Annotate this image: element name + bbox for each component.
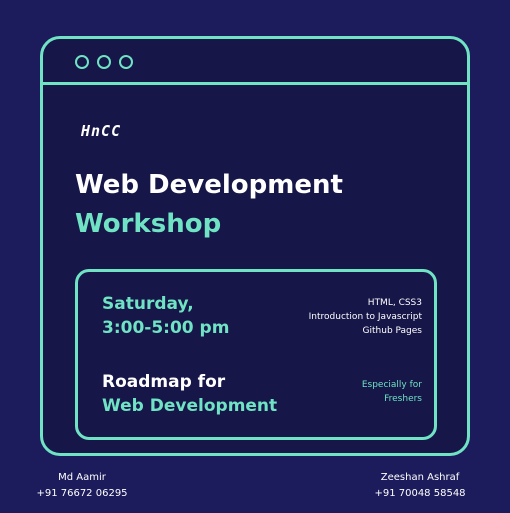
workshop-title-line2: Workshop bbox=[75, 209, 222, 239]
schedule: Saturday, 3:00-5:00 pm bbox=[102, 292, 229, 340]
window-titlebar bbox=[43, 39, 467, 85]
club-logo: HnCC bbox=[81, 122, 122, 140]
window-dot-icon bbox=[75, 55, 89, 69]
workshop-title-line1: Web Development bbox=[75, 170, 343, 200]
contact-right: Zeeshan Ashraf +91 70048 58548 bbox=[374, 470, 466, 502]
roadmap-heading: Roadmap for Web Development bbox=[102, 370, 277, 418]
topic-item: Introduction to Javascript bbox=[308, 312, 422, 322]
window-dot-icon bbox=[119, 55, 133, 69]
schedule-day: Saturday, bbox=[102, 294, 194, 314]
audience-note: Especially for Freshers bbox=[362, 378, 422, 406]
roadmap-line2: Web Development bbox=[102, 396, 278, 416]
window-dot-icon bbox=[97, 55, 111, 69]
contact-phone: +91 70048 58548 bbox=[374, 488, 466, 499]
schedule-time: 3:00-5:00 pm bbox=[102, 318, 230, 338]
audience-line2: Freshers bbox=[384, 394, 422, 404]
contact-left: Md Aamir +91 76672 06295 bbox=[36, 470, 128, 502]
event-details-card: Saturday, 3:00-5:00 pm HTML, CSS3 Introd… bbox=[75, 269, 437, 440]
topic-item: Github Pages bbox=[362, 326, 422, 336]
contact-name: Md Aamir bbox=[58, 472, 106, 483]
audience-line1: Especially for bbox=[361, 380, 422, 390]
contact-name: Zeeshan Ashraf bbox=[380, 472, 460, 483]
contact-phone: +91 76672 06295 bbox=[36, 488, 128, 499]
browser-window-frame: HnCC Web Development Workshop Saturday, … bbox=[40, 36, 470, 456]
roadmap-line1: Roadmap for bbox=[102, 372, 226, 392]
topic-item: HTML, CSS3 bbox=[367, 298, 422, 308]
topics-list: HTML, CSS3 Introduction to Javascript Gi… bbox=[309, 296, 422, 338]
